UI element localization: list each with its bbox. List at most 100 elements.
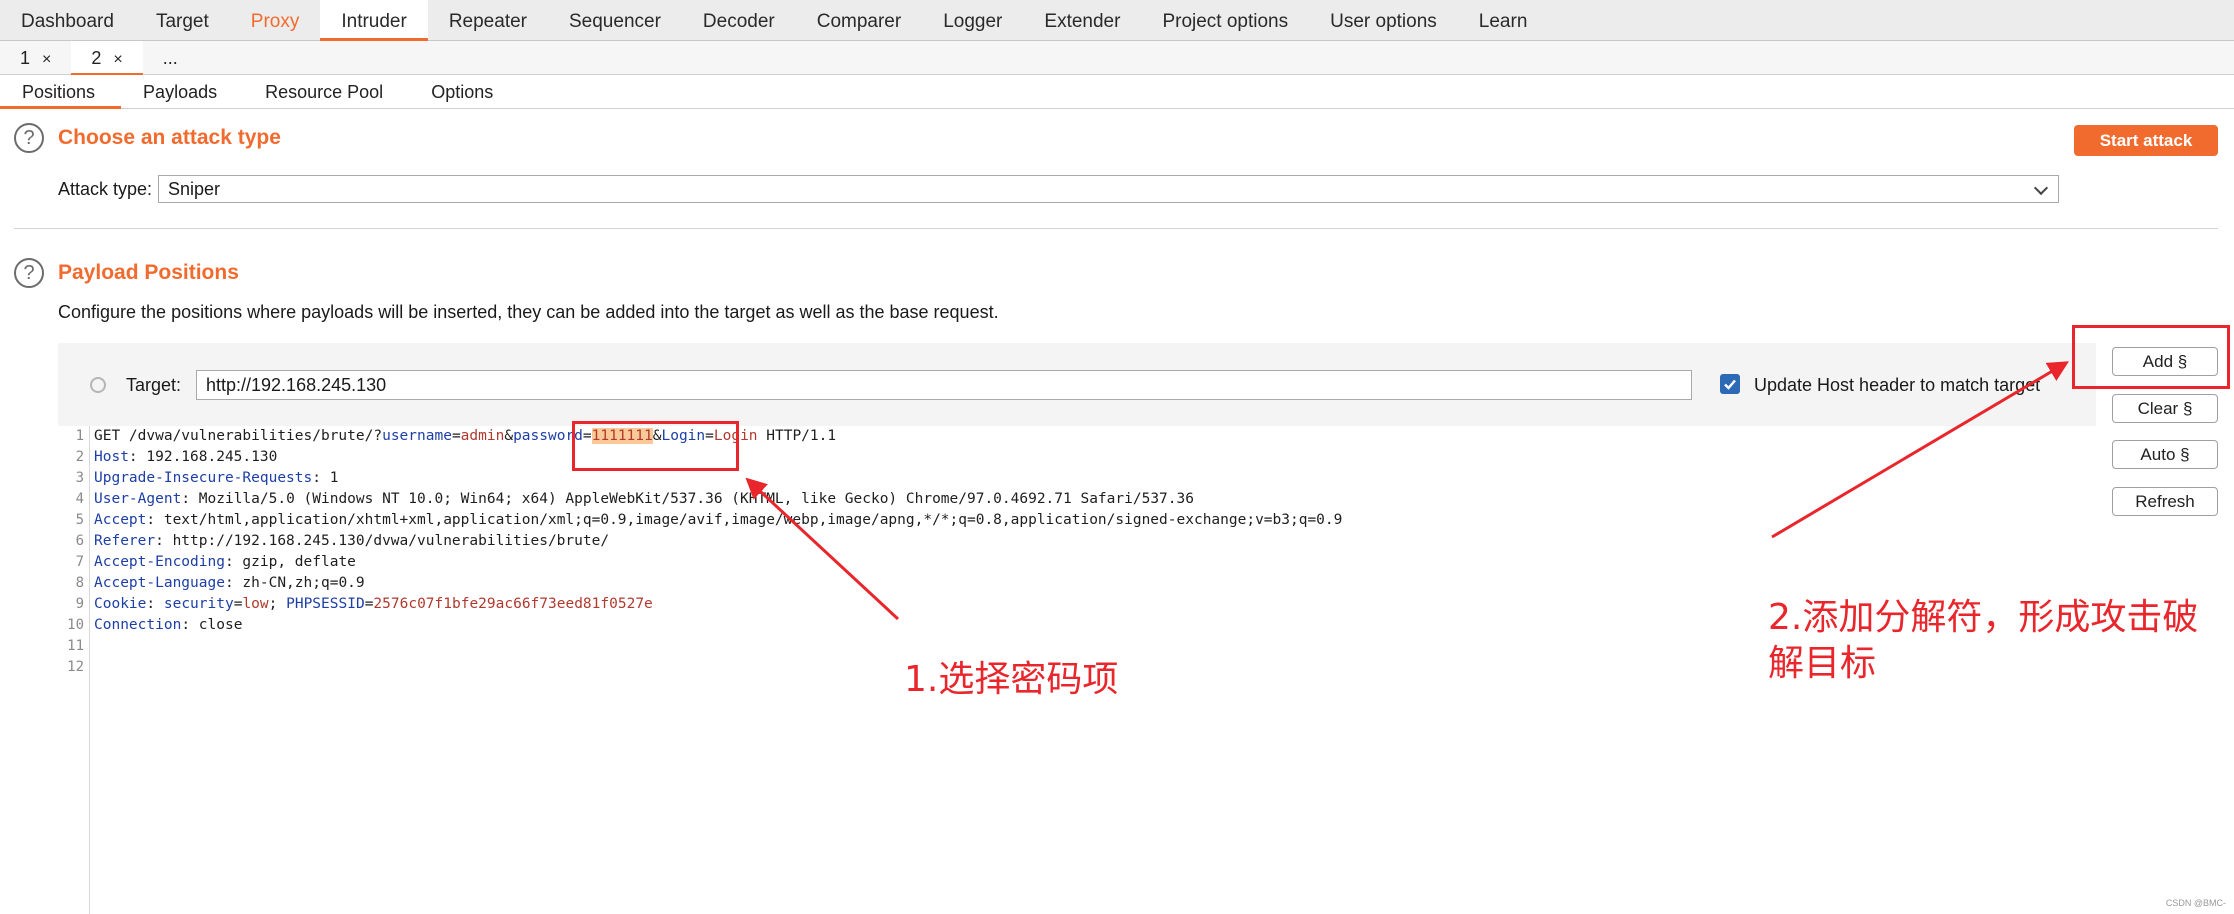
line-number: 10: [67, 617, 84, 633]
header-value: : gzip, deflate: [224, 554, 356, 570]
help-icon[interactable]: ?: [14, 123, 44, 153]
target-label: Target:: [126, 375, 182, 395]
close-icon[interactable]: ×: [113, 51, 122, 68]
request-line-3: Upgrade-Insecure-Requests: 1: [94, 468, 1342, 489]
cookie-value: 2576c07f1bfe29ac66f73eed81f0527e: [373, 596, 653, 612]
cookie-name: PHPSESSID: [286, 596, 365, 612]
attack-tab-1[interactable]: 1 ×: [0, 41, 71, 75]
header-name: Upgrade-Insecure-Requests: [94, 470, 313, 486]
tab-comparer[interactable]: Comparer: [796, 0, 922, 41]
section-divider: [14, 228, 2218, 229]
target-icon: [90, 377, 106, 393]
request-line-5: Accept: text/html,application/xhtml+xml,…: [94, 510, 1342, 531]
line-number: 4: [75, 491, 84, 507]
refresh-button[interactable]: Refresh: [2112, 487, 2218, 516]
param-value: admin: [460, 428, 505, 444]
update-host-label: Update Host header to match target: [1754, 375, 2041, 395]
attack-type-label: Attack type:: [58, 179, 153, 199]
line-number: 9: [75, 596, 84, 612]
request-line-10: Connection: close: [94, 615, 1342, 636]
header-name: Referer: [94, 533, 156, 549]
tab-payloads[interactable]: Payloads: [121, 75, 243, 109]
clear-markers-button[interactable]: Clear §: [2112, 394, 2218, 423]
line-number: 5: [75, 512, 84, 528]
request-line-6: Referer: http://192.168.245.130/dvwa/vul…: [94, 531, 1342, 552]
header-name: Accept-Language: [94, 575, 225, 591]
tab-learn[interactable]: Learn: [1458, 0, 1549, 41]
attack-type-select[interactable]: Sniper: [158, 175, 2059, 203]
attack-tab-2-label: 2: [91, 48, 102, 68]
main-menu-bar: Dashboard Target Proxy Intruder Repeater…: [0, 0, 2234, 41]
start-attack-button[interactable]: Start attack: [2074, 125, 2218, 156]
auto-markers-button[interactable]: Auto §: [2112, 440, 2218, 469]
param-sep: =: [451, 428, 461, 444]
request-line-8: Accept-Language: zh-CN,zh;q=0.9: [94, 573, 1342, 594]
header-name: Accept: [94, 512, 147, 528]
cookie-value: low: [242, 596, 269, 612]
cookie-name: security: [163, 596, 234, 612]
line-number: 2: [75, 449, 84, 465]
update-host-checkbox[interactable]: [1720, 374, 1740, 394]
http-version: HTTP/1.1: [757, 428, 837, 444]
line-number: 11: [67, 638, 84, 654]
payload-positions-heading: Payload Positions: [58, 261, 239, 284]
close-icon[interactable]: ×: [42, 51, 51, 68]
request-line-4: User-Agent: Mozilla/5.0 (Windows NT 10.0…: [94, 489, 1342, 510]
header-name: Accept-Encoding: [94, 554, 225, 570]
tab-repeater[interactable]: Repeater: [428, 0, 548, 41]
tab-sequencer[interactable]: Sequencer: [548, 0, 682, 41]
header-value: : 192.168.245.130: [128, 449, 278, 465]
annotation-note-1: 1.选择密码项: [904, 659, 1119, 700]
header-name: User-Agent: [94, 491, 182, 507]
header-name: Cookie: [94, 596, 147, 612]
target-input[interactable]: http://192.168.245.130: [196, 370, 1692, 400]
request-line-11: [94, 636, 1342, 657]
line-number: 6: [75, 533, 84, 549]
request-line-9: Cookie: security=low; PHPSESSID=2576c07f…: [94, 594, 1342, 615]
help-icon[interactable]: ?: [14, 258, 44, 288]
new-tab-button[interactable]: ...: [143, 41, 198, 75]
tab-user-options[interactable]: User options: [1309, 0, 1458, 41]
header-value: : 1: [312, 470, 339, 486]
line-number: 1: [75, 428, 84, 444]
param-sep: &: [504, 428, 514, 444]
tab-target[interactable]: Target: [135, 0, 230, 41]
intruder-attack-tabs: 1 × 2 × ...: [0, 41, 2234, 75]
param-name: username: [382, 428, 452, 444]
chevron-down-icon: [2033, 180, 2049, 196]
tab-positions[interactable]: Positions: [0, 75, 122, 109]
tab-intruder[interactable]: Intruder: [320, 0, 428, 41]
line-number-gutter: 1 2 3 4 5 6 7 8 9 10 11 12: [58, 426, 90, 914]
line-number: 12: [67, 659, 84, 675]
tab-project-options[interactable]: Project options: [1141, 0, 1309, 41]
intruder-option-tabs: Positions Payloads Resource Pool Options: [0, 75, 2234, 109]
annotation-note-2-line1: 2.添加分解符，形成攻击破: [1768, 597, 2199, 638]
header-value: : Mozilla/5.0 (Windows NT 10.0; Win64; x…: [181, 491, 1194, 507]
line-number: 3: [75, 470, 84, 486]
tab-extender[interactable]: Extender: [1023, 0, 1141, 41]
tab-proxy[interactable]: Proxy: [230, 0, 321, 41]
header-value: : text/html,application/xhtml+xml,applic…: [146, 512, 1343, 528]
watermark: CSDN @BMC-: [2165, 898, 2226, 908]
password-highlight-box: [572, 421, 739, 471]
line-number: 7: [75, 554, 84, 570]
check-icon: [1724, 379, 1736, 390]
request-line-12: [94, 657, 1342, 678]
attack-tab-2[interactable]: 2 ×: [71, 41, 143, 75]
request-method-path: GET /dvwa/vulnerabilities/brute/?: [94, 428, 383, 444]
tab-resource-pool[interactable]: Resource Pool: [243, 75, 409, 109]
tab-options[interactable]: Options: [409, 75, 519, 109]
header-value: : zh-CN,zh;q=0.9: [224, 575, 365, 591]
header-name: Connection: [94, 617, 182, 633]
header-value: : http://192.168.245.130/dvwa/vulnerabil…: [155, 533, 610, 549]
attack-type-value: Sniper: [168, 179, 221, 199]
tab-dashboard[interactable]: Dashboard: [0, 0, 135, 41]
attack-type-heading: Choose an attack type: [58, 126, 281, 149]
header-sep: :: [146, 596, 164, 612]
payload-positions-description: Configure the positions where payloads w…: [58, 302, 999, 322]
tab-logger[interactable]: Logger: [922, 0, 1023, 41]
cookie-sep: ;: [268, 596, 287, 612]
header-name: Host: [94, 449, 129, 465]
tab-decoder[interactable]: Decoder: [682, 0, 796, 41]
add-button-highlight-box: [2072, 325, 2230, 389]
